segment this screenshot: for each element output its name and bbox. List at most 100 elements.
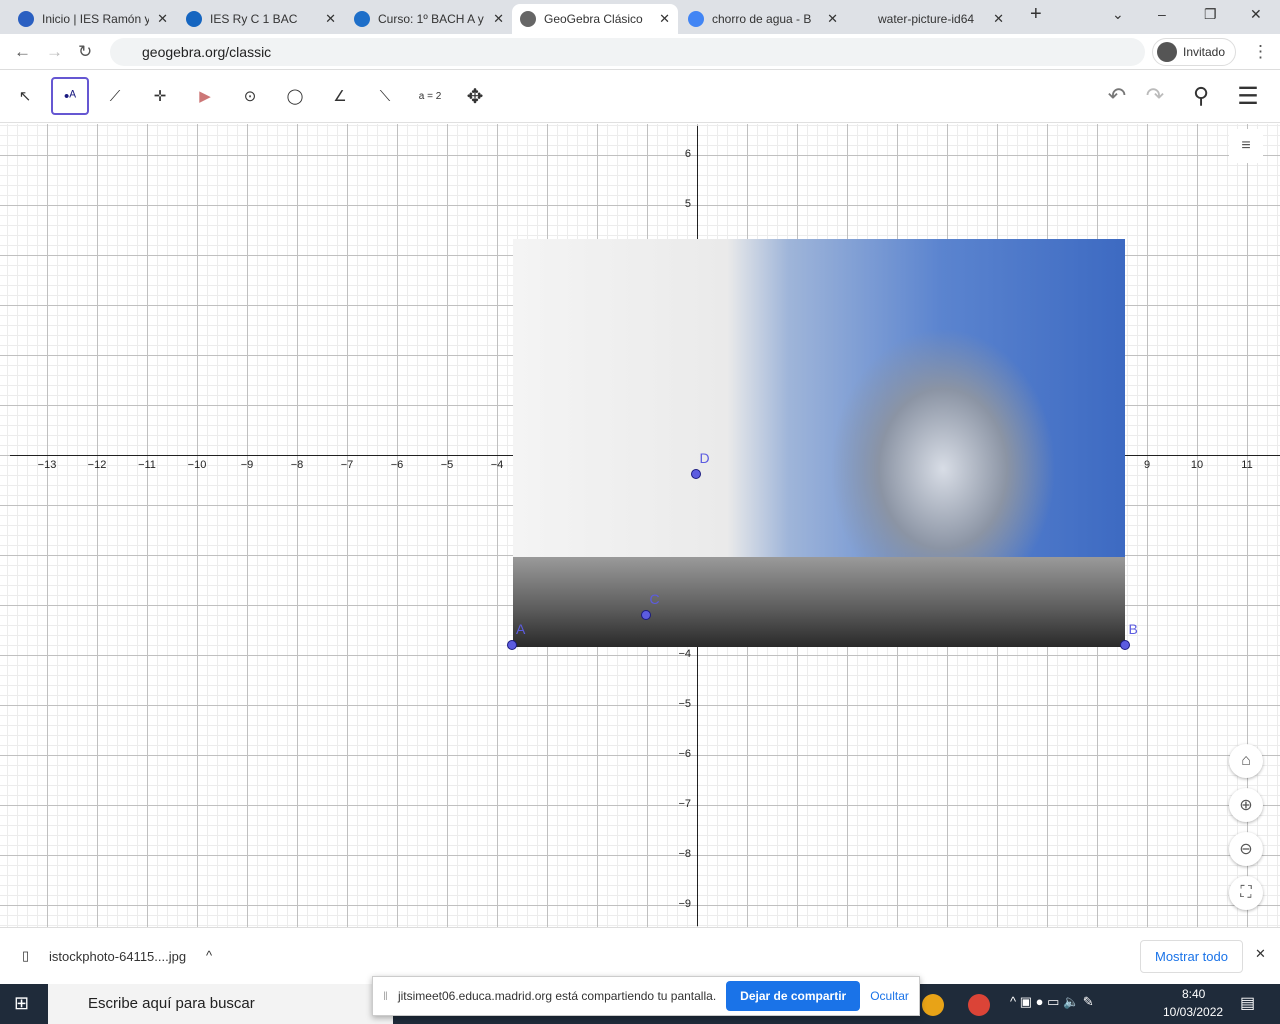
- screen-share-banner: ‖ jitsimeet06.educa.madrid.org está comp…: [372, 976, 920, 1016]
- point-B[interactable]: [1119, 640, 1130, 650]
- profile-label: Invitado: [1183, 45, 1226, 59]
- drag-handle-icon[interactable]: ‖: [383, 989, 388, 1003]
- search-icon[interactable]: ⚲: [1182, 77, 1220, 115]
- polygon-tool[interactable]: ▶: [186, 77, 224, 115]
- windows-start-icon[interactable]: ⊞: [14, 993, 29, 1014]
- angle-tool[interactable]: ∠: [321, 77, 359, 115]
- y-tick-label: −9: [678, 898, 691, 910]
- y-tick-label: −7: [678, 798, 691, 810]
- x-tick-label: −4: [490, 459, 504, 471]
- browser-tab[interactable]: chorro de agua - B ✕: [680, 4, 846, 34]
- reload-icon[interactable]: ↻: [78, 42, 92, 62]
- point-A[interactable]: [507, 640, 517, 650]
- graphics-view[interactable]: −13 −12 −11 −10 −9 −8 −7 −6 −5 −4 9 10 11 6 5 −4 −5 −6 −7 −…: [0, 124, 1280, 927]
- point-label: B: [1128, 621, 1138, 637]
- stop-sharing-button[interactable]: Dejar de compartir: [726, 981, 861, 1011]
- back-icon[interactable]: ←: [14, 42, 31, 62]
- show-all-button[interactable]: Mostrar todo: [1140, 940, 1243, 973]
- download-item[interactable]: istockphoto-64115....jpg: [49, 949, 186, 964]
- tab-bar: Inicio | IES Ramón y ✕ IES Ry C 1 BAC ✕ Curs…: [0, 0, 1280, 34]
- forward-icon[interactable]: →: [46, 42, 63, 62]
- taskbar-search[interactable]: Escribe aquí para buscar: [48, 984, 393, 1024]
- close-window-button[interactable]: ✕: [1250, 6, 1262, 23]
- tab-title: Curso: 1º BACH A y: [378, 12, 484, 26]
- tab-search-button[interactable]: ⌄: [1112, 6, 1124, 23]
- minimize-button[interactable]: –: [1158, 6, 1166, 22]
- close-tab-icon[interactable]: ✕: [325, 11, 336, 27]
- browser-tab[interactable]: IES Ry C 1 BAC ✕: [178, 4, 344, 34]
- circle-three-points-tool[interactable]: ◯: [276, 77, 314, 115]
- browser-tab[interactable]: water-picture-id64 ✕: [846, 4, 1012, 34]
- new-tab-button[interactable]: +: [1030, 3, 1042, 26]
- clock-time: 8:40: [1182, 987, 1206, 1001]
- x-tick-label: −8: [290, 459, 304, 471]
- search-placeholder: Escribe aquí para buscar: [88, 995, 255, 1012]
- browser-tab[interactable]: Curso: 1º BACH A y ✕: [346, 4, 512, 34]
- favicon-icon: [354, 11, 370, 27]
- point-D[interactable]: [690, 468, 701, 479]
- tab-title: GeoGebra Clásico: [544, 12, 643, 26]
- favicon-icon: [520, 11, 536, 27]
- move-tool[interactable]: ↖: [6, 77, 44, 115]
- favicon-icon: [854, 11, 870, 27]
- chrome-icon[interactable]: [968, 994, 990, 1016]
- style-bar-toggle-icon[interactable]: ≡: [1229, 129, 1263, 163]
- line-tool[interactable]: ⟋: [96, 77, 134, 115]
- x-tick-label: −11: [138, 459, 156, 471]
- tab-title: water-picture-id64: [878, 12, 975, 26]
- slider-tool[interactable]: a = 2: [411, 77, 449, 115]
- water-fountain-image[interactable]: [513, 239, 1125, 647]
- y-tick-label: −8: [678, 848, 691, 860]
- browser-tab[interactable]: GeoGebra Clásico ✕: [512, 4, 678, 34]
- close-tab-icon[interactable]: ✕: [993, 11, 1004, 27]
- system-tray-icons[interactable]: ^ ▣ ● ▭ 🔈 ✎: [1010, 994, 1094, 1010]
- x-tick-label: 9: [1143, 459, 1151, 471]
- close-tab-icon[interactable]: ✕: [157, 11, 168, 27]
- x-tick-label: −10: [187, 459, 207, 471]
- hamburger-menu-icon[interactable]: ☰: [1229, 77, 1267, 115]
- notifications-icon[interactable]: ▤: [1240, 993, 1255, 1013]
- close-download-bar-icon[interactable]: ✕: [1255, 946, 1266, 962]
- home-icon[interactable]: ⌂: [1229, 744, 1263, 778]
- x-tick-label: −13: [37, 459, 57, 471]
- fullscreen-icon[interactable]: ⛶: [1229, 876, 1263, 910]
- menu-icon[interactable]: ⋮: [1252, 42, 1269, 62]
- url-input[interactable]: geogebra.org/classic: [110, 38, 1145, 66]
- point-C[interactable]: [640, 610, 651, 620]
- zoom-in-icon[interactable]: ⊕: [1229, 788, 1263, 822]
- point-tool[interactable]: •ᴬ: [51, 77, 89, 115]
- close-tab-icon[interactable]: ✕: [659, 11, 670, 27]
- favicon-icon: [186, 11, 202, 27]
- x-tick-label: −6: [390, 459, 404, 471]
- close-tab-icon[interactable]: ✕: [827, 11, 838, 27]
- redo-icon[interactable]: ↷: [1136, 77, 1174, 115]
- move-view-tool[interactable]: ✥: [456, 77, 494, 115]
- point-label: A: [516, 621, 526, 637]
- y-tick-label: −4: [678, 648, 691, 660]
- perpendicular-tool[interactable]: ✛: [141, 77, 179, 115]
- chrome-icon[interactable]: [922, 994, 944, 1016]
- point-label: D: [699, 449, 710, 466]
- undo-icon[interactable]: ↶: [1098, 77, 1136, 115]
- restore-button[interactable]: ❐: [1204, 6, 1217, 23]
- reflect-tool[interactable]: ⟍: [366, 77, 404, 115]
- zoom-out-icon[interactable]: ⊖: [1229, 832, 1263, 866]
- slider-tool-label: a = 2: [418, 90, 442, 102]
- clock-date: 10/03/2022: [1163, 1005, 1224, 1019]
- hide-button[interactable]: Ocultar: [870, 989, 909, 1003]
- x-tick-label: 11: [1241, 459, 1253, 471]
- y-tick-label: 5: [684, 198, 691, 210]
- chevron-up-icon[interactable]: ^: [206, 948, 212, 963]
- favicon-icon: [18, 11, 34, 27]
- close-tab-icon[interactable]: ✕: [493, 11, 504, 27]
- x-tick-label: 10: [1190, 459, 1204, 471]
- y-tick-label: −5: [678, 698, 691, 710]
- profile-button[interactable]: Invitado: [1152, 38, 1237, 66]
- browser-tab[interactable]: Inicio | IES Ramón y ✕: [10, 4, 176, 34]
- avatar-icon: [1157, 42, 1177, 62]
- file-icon: ▯: [22, 948, 30, 963]
- circle-tool[interactable]: ⊙: [231, 77, 269, 115]
- tab-title: IES Ry C 1 BAC: [210, 12, 298, 26]
- favicon-icon: [688, 11, 704, 27]
- geogebra-toolbar: ↖ •ᴬ ⟋ ✛ ▶ ⊙ ◯ ∠ ⟍ a = 2 ✥ ↶ ↷ ⚲ ☰: [0, 71, 1280, 123]
